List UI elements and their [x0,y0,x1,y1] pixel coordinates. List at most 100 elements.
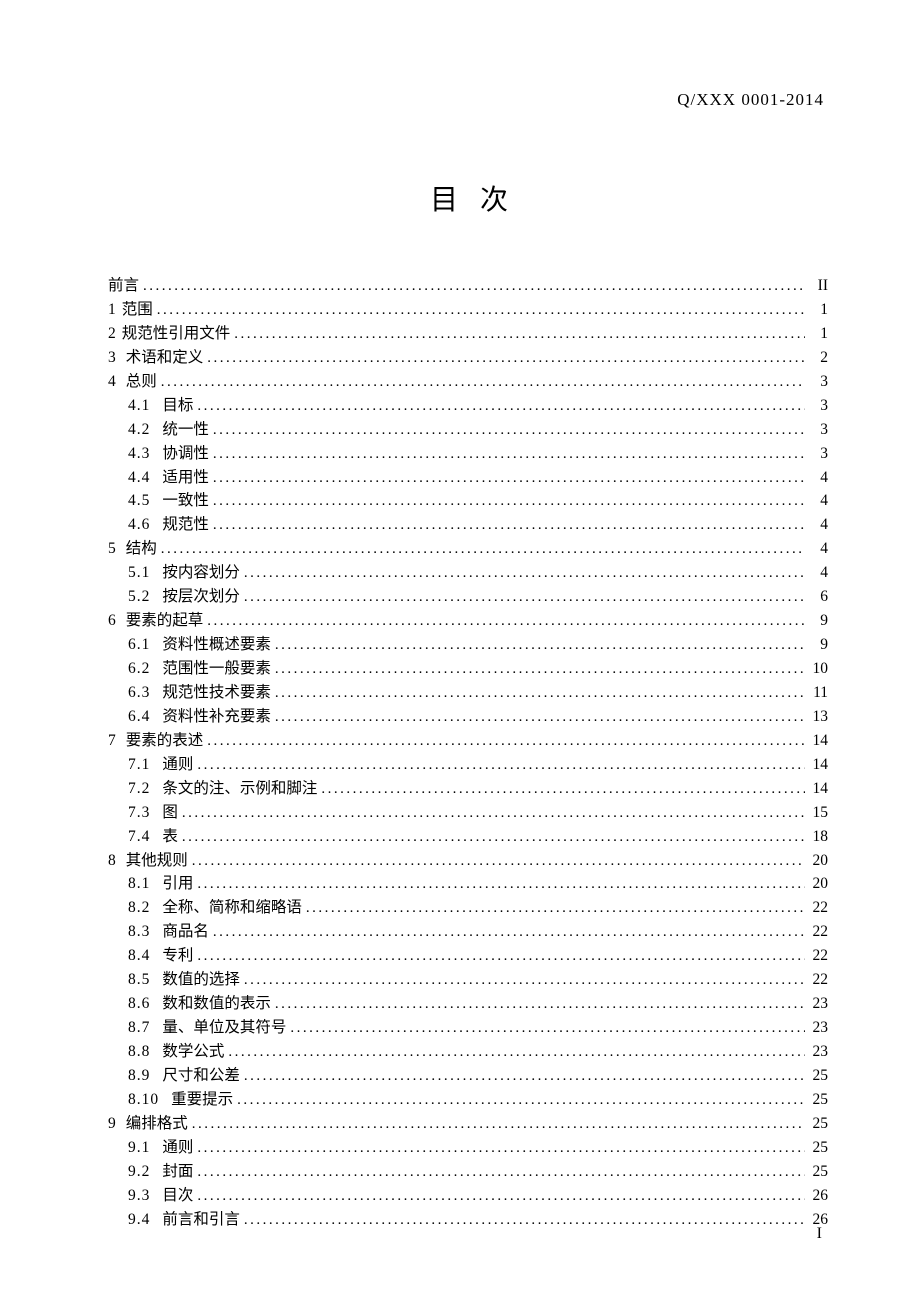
toc-entry: 6.1资料性概述要素9 [108,633,828,657]
toc-entry-text: 结构 [126,540,157,557]
toc-leader-dots [157,299,805,322]
toc-entry-page: 4 [808,537,828,561]
toc-entry-number: 8.10 [128,1088,159,1112]
toc-entry-label: 6.3规范性技术要素 [128,681,271,705]
toc-entry-number: 4.1 [128,394,150,418]
toc-entry-number: 4.4 [128,466,150,490]
toc-leader-dots [197,395,805,418]
toc-entry-page: 23 [808,992,828,1016]
toc-leader-dots [213,921,805,944]
toc-entry-text: 专利 [162,947,193,964]
toc-entry: 8其他规则 20 [108,849,828,873]
toc-entry-number: 7.1 [128,753,150,777]
toc-leader-dots [275,658,805,681]
toc-entry-number: 8.8 [128,1040,150,1064]
toc-entry-label: 9.4前言和引言 [128,1208,240,1232]
toc-entry-page: 4 [808,489,828,513]
toc-leader-dots [213,514,805,537]
toc-entry-page: 22 [808,944,828,968]
toc-entry: 8.9 尺寸和公差 25 [108,1064,828,1088]
toc-entry-page: 3 [808,442,828,466]
toc-entry-label: 6.1资料性概述要素 [128,633,271,657]
toc-entry-label: 4.6 规范性 [128,513,209,537]
toc-leader-dots [161,371,805,394]
toc-entry: 9.3目次26 [108,1184,828,1208]
toc-entry-page: 25 [808,1088,828,1112]
toc-entry: 5.2按层次划分6 [108,585,828,609]
toc-entry-text: 商品名 [162,923,209,940]
toc-entry-number: 8.7 [128,1016,150,1040]
toc-entry-text: 量、单位及其符号 [162,1019,286,1036]
toc-entry-text: 要素的表述 [126,732,204,749]
toc-entry: 5 结构 4 [108,537,828,561]
toc-entry: 7.1通则14 [108,753,828,777]
toc-entry-page: 25 [808,1136,828,1160]
toc-entry-number: 8.3 [128,920,150,944]
toc-entry: 2规范性引用文件1 [108,322,828,346]
page-title: 目次 [108,178,828,218]
toc-entry-number: 3 [108,346,116,370]
toc-entry-label: 4.5一致性 [128,489,209,513]
toc-entry-text: 规范性 [162,516,209,533]
toc-entry-number: 4.5 [128,489,150,513]
toc-entry-page: 23 [808,1040,828,1064]
toc-entry-page: 9 [808,609,828,633]
toc-entry-label: 7.3图 [128,801,178,825]
toc-entry-text: 引用 [162,875,193,892]
toc-entry: 8.1引用20 [108,872,828,896]
toc-entry: 7.4表18 [108,825,828,849]
toc-leader-dots [192,850,805,873]
toc-entry-label: 4.2统一性 [128,418,209,442]
toc-entry: 8.6数和数值的表示23 [108,992,828,1016]
toc-entry-label: 6.2范围性一般要素 [128,657,271,681]
toc-entry-page: 25 [808,1064,828,1088]
toc-leader-dots [244,562,805,585]
toc-entry-number: 6 [108,609,116,633]
toc-entry-text: 术语和定义 [126,349,204,366]
toc-entry-text: 协调性 [162,445,209,462]
toc-leader-dots [197,873,805,896]
toc-entry: 6要素的起草9 [108,609,828,633]
toc-entry: 8.2全称、简称和缩略语22 [108,896,828,920]
toc-entry-label: 4.4 适用性 [128,466,209,490]
toc-entry-page: 3 [808,394,828,418]
toc-entry-text: 数和数值的表示 [162,995,271,1012]
toc-entry-text: 适用性 [162,469,209,486]
toc-entry: 7.3图15 [108,801,828,825]
toc-entry-text: 前言 [108,277,139,294]
toc-entry-page: 4 [808,513,828,537]
toc-entry: 4.5一致性 4 [108,489,828,513]
toc-entry-number: 6.1 [128,633,150,657]
toc-leader-dots [306,897,805,920]
toc-entry-page: 2 [808,346,828,370]
toc-entry-text: 统一性 [162,421,209,438]
toc-entry-page: 4 [808,561,828,585]
toc-entry-number: 5 [108,537,116,561]
toc-entry-number: 9 [108,1112,116,1136]
toc-entry-label: 2规范性引用文件 [108,322,230,346]
toc-entry-number: 7 [108,729,116,753]
toc-entry-label: 5.2按层次划分 [128,585,240,609]
toc-entry-number: 8.9 [128,1064,150,1088]
toc-leader-dots [275,706,805,729]
toc-entry-page: 22 [808,896,828,920]
toc-entry: 9.1通则 25 [108,1136,828,1160]
toc-entry-label: 9.1通则 [128,1136,193,1160]
toc-entry-page: 22 [808,968,828,992]
toc-entry-text: 前言和引言 [162,1211,240,1228]
toc-entry: 4.6 规范性 4 [108,513,828,537]
toc-entry: 6.3规范性技术要素11 [108,681,828,705]
page-number: I [817,1225,822,1243]
toc-entry: 6.4资料性补充要素13 [108,705,828,729]
toc-leader-dots [213,467,805,490]
toc-entry: 1范围1 [108,298,828,322]
toc-entry-number: 4.6 [128,513,150,537]
toc-entry-text: 尺寸和公差 [162,1067,240,1084]
toc-entry-page: 20 [808,849,828,873]
toc-entry-number: 9.1 [128,1136,150,1160]
toc-leader-dots [275,634,805,657]
toc-entry-label: 8.1引用 [128,872,193,896]
toc-entry-label: 8.9 尺寸和公差 [128,1064,240,1088]
toc-entry-page: 14 [808,753,828,777]
toc-entry-label: 8其他规则 [108,849,188,873]
